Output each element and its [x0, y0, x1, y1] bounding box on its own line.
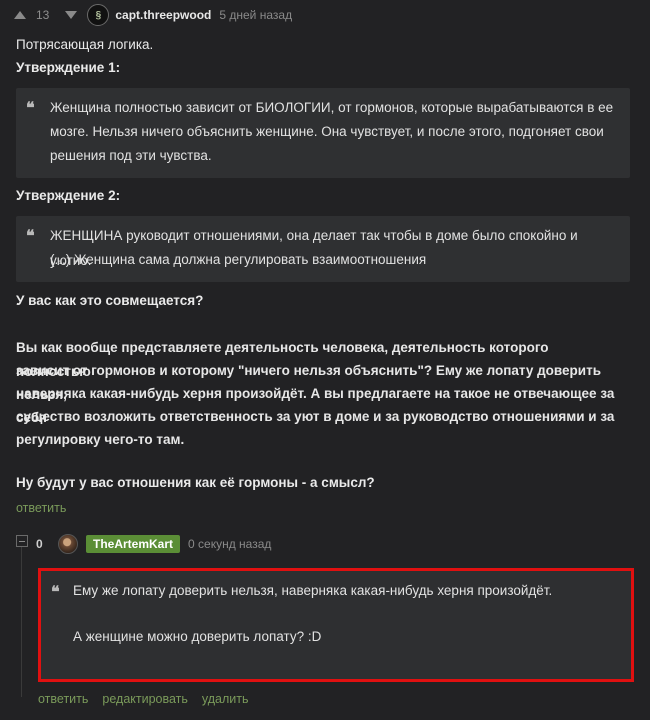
author-name[interactable]: capt.threepwood	[115, 8, 211, 22]
quote-icon: ❝	[26, 226, 34, 245]
comment-line-1: Потрясающая логика.	[16, 37, 154, 52]
reply-rating: 0	[36, 537, 43, 551]
reply-header: 0 TheArtemKart 0 секунд назад	[36, 533, 271, 555]
question-line: У вас как это совмещается?	[16, 293, 204, 308]
avatar-glyph-icon: §	[95, 9, 102, 21]
quote-1-line: мозге. Нельзя ничего объяснить женщине. …	[50, 124, 604, 139]
reply-link[interactable]: ответить	[16, 496, 66, 520]
thread-line	[21, 547, 22, 697]
quote-1-line: Женщина полностью зависит от БИОЛОГИИ, о…	[50, 100, 614, 115]
reply-highlight-box: ❝ Ему же лопату доверить нельзя, наверня…	[38, 568, 634, 682]
comment-rating: 13	[36, 8, 50, 22]
avatar[interactable]	[58, 534, 78, 554]
reply-quote-line: Ему же лопату доверить нельзя, наверняка…	[73, 583, 553, 598]
collapse-icon[interactable]	[16, 535, 28, 547]
statement-2-label: Утверждение 2:	[16, 188, 121, 203]
reply-text-line: А женщине можно доверить лопату? :D	[73, 629, 322, 644]
edit-button[interactable]: редактировать	[102, 692, 188, 706]
quote-1-line: решения под эти чувства.	[50, 148, 212, 163]
comment-header: 13 § capt.threepwood 5 дней назад	[10, 4, 292, 26]
comment-timestamp[interactable]: 5 дней назад	[219, 8, 292, 22]
quote-block-2: ❝ ЖЕНЩИНА руководит отношениями, она дел…	[16, 216, 630, 282]
quote-block-1: ❝ Женщина полностью зависит от БИОЛОГИИ,…	[16, 88, 630, 178]
quote-2-line: (...) Женщина сама должна регулировать в…	[50, 252, 427, 267]
quote-icon: ❝	[51, 582, 59, 601]
delete-button[interactable]: удалить	[202, 692, 249, 706]
reply-timestamp[interactable]: 0 секунд назад	[188, 537, 271, 551]
downvote-icon[interactable]	[61, 5, 81, 25]
paragraph-line: существо возложить ответственность за ую…	[16, 409, 615, 424]
reply-button[interactable]: ответить	[38, 692, 88, 706]
closing-line: Ну будут у вас отношения как её гормоны …	[16, 475, 375, 490]
paragraph-line: регулировку чего-то там.	[16, 432, 185, 447]
upvote-icon[interactable]	[10, 5, 30, 25]
reply-actions: ответить редактировать удалить	[38, 692, 249, 706]
current-user-badge[interactable]: TheArtemKart	[86, 535, 181, 553]
quote-icon: ❝	[26, 98, 34, 117]
statement-1-label: Утверждение 1:	[16, 60, 121, 75]
avatar[interactable]: §	[87, 4, 110, 26]
